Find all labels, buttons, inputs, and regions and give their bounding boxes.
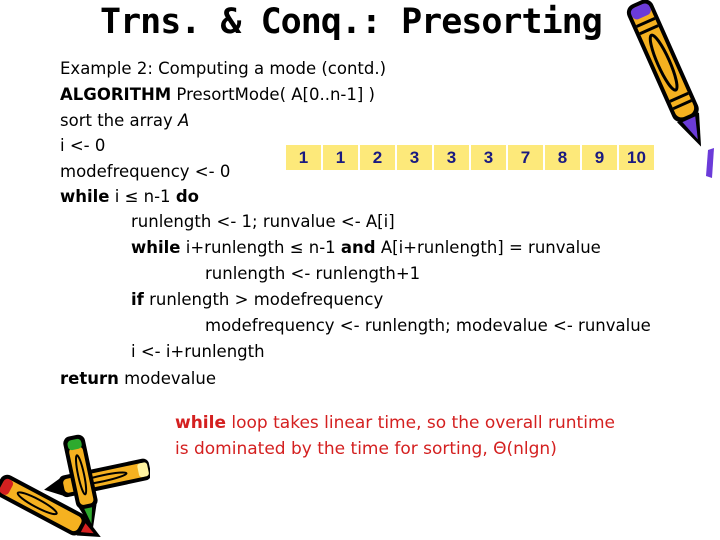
code-line: while i+runlength ≤ n-1 and A[i+runlengt… [131, 238, 601, 258]
code-text: A[i+runlength] = runvalue [375, 238, 601, 257]
code-keyword: while [60, 187, 110, 206]
note-line-1-text: loop takes linear time, so the overall r… [226, 413, 615, 433]
code-text: i+runlength ≤ n-1 [180, 238, 341, 257]
array-cell: 2 [360, 145, 395, 170]
runtime-note: while loop takes linear time, so the ove… [175, 410, 655, 462]
code-text: sort the array [60, 111, 179, 130]
code-line: return modevalue [60, 369, 216, 389]
array-cell: 7 [508, 145, 543, 170]
code-keyword: ALGORITHM [60, 85, 172, 104]
code-line: runlength <- 1; runvalue <- A[i] [131, 212, 395, 232]
code-line: sort the array A [60, 111, 189, 131]
code-keyword: if [131, 290, 144, 309]
code-line: i <- i+runlength [131, 342, 265, 362]
note-keyword: while [175, 413, 226, 433]
code-line: modefrequency <- 0 [60, 162, 230, 182]
code-text: i ≤ n-1 [109, 187, 176, 206]
code-text: runlength <- 1; runvalue <- A[i] [131, 212, 395, 231]
code-keyword: do [175, 187, 199, 206]
array-cell: 1 [286, 145, 321, 170]
code-text: runlength > modefrequency [143, 290, 384, 309]
runtime-note-line-2: is dominated by the time for sorting, Θ(… [175, 439, 557, 459]
runtime-note-line-1: while loop takes linear time, so the ove… [175, 410, 655, 436]
crayon-icon [626, 0, 714, 178]
code-text: runlength <- runlength+1 [205, 264, 421, 283]
code-keyword: and [340, 238, 376, 257]
array-cell: 3 [397, 145, 432, 170]
array-cell: 8 [545, 145, 580, 170]
sorted-array: 1 1 2 3 3 3 7 8 9 10 [286, 145, 654, 170]
code-line: i <- 0 [60, 136, 105, 156]
code-line: ALGORITHM PresortMode( A[0..n-1] ) [60, 85, 375, 105]
array-cell: 3 [471, 145, 506, 170]
code-line: while i ≤ n-1 do [60, 187, 199, 207]
array-cell: 3 [434, 145, 469, 170]
code-keyword: while [131, 238, 181, 257]
code-text: modefrequency <- 0 [60, 162, 231, 181]
code-text: PresortMode( A[0..n-1] ) [171, 85, 375, 104]
code-text: modevalue [118, 369, 216, 388]
code-line: Example 2: Computing a mode (contd.) [60, 59, 386, 79]
code-line: modefrequency <- runlength; modevalue <-… [205, 316, 651, 336]
code-text: modefrequency <- runlength; modevalue <-… [205, 316, 651, 335]
code-text: i <- 0 [60, 136, 106, 155]
code-line: if runlength > modefrequency [131, 290, 383, 310]
code-text: A [178, 111, 190, 130]
array-cell: 1 [323, 145, 358, 170]
code-text: i <- i+runlength [131, 342, 265, 361]
code-keyword: return [60, 369, 119, 388]
crossed-crayons-icon [0, 434, 150, 538]
code-text: Example 2: Computing a mode (contd.) [60, 59, 387, 78]
code-line: runlength <- runlength+1 [205, 264, 420, 284]
slide-title: Trns. & Conq.: Presorting [100, 2, 603, 42]
